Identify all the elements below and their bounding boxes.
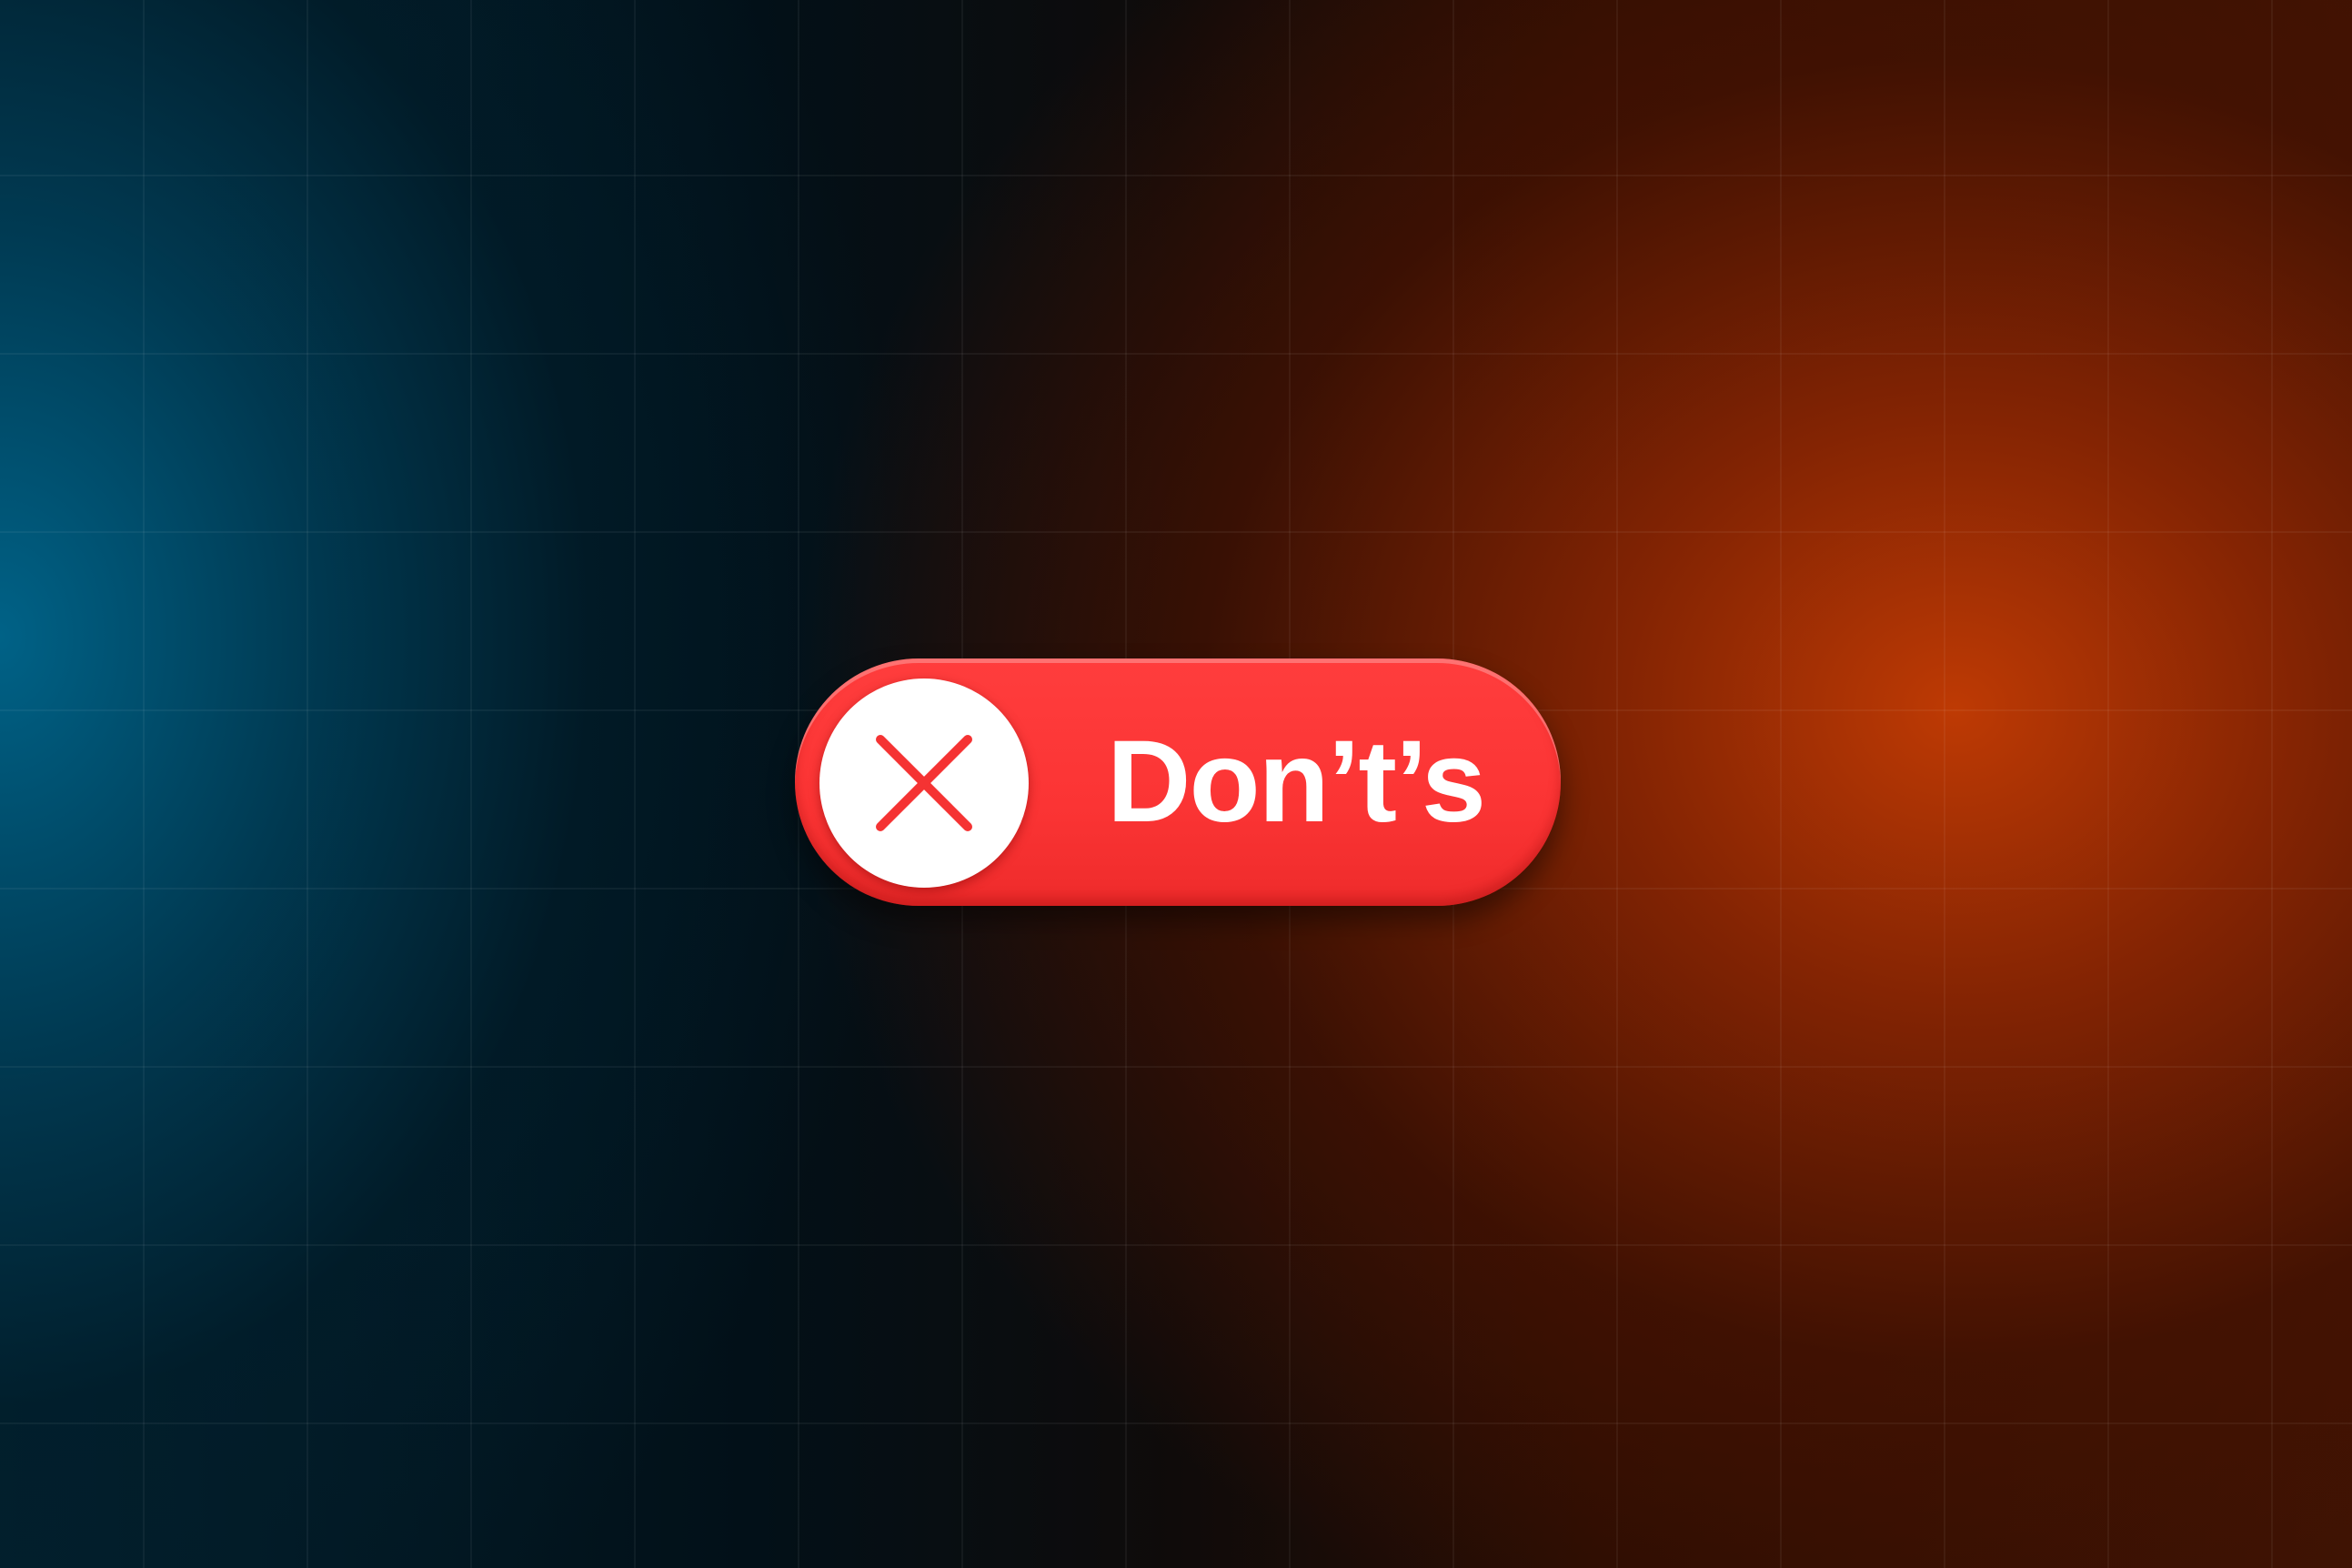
donts-toggle[interactable]: Don’t’s — [795, 658, 1561, 906]
toggle-label: Don’t’s — [1107, 717, 1486, 847]
close-icon — [876, 735, 972, 831]
toggle-knob[interactable] — [819, 678, 1029, 888]
